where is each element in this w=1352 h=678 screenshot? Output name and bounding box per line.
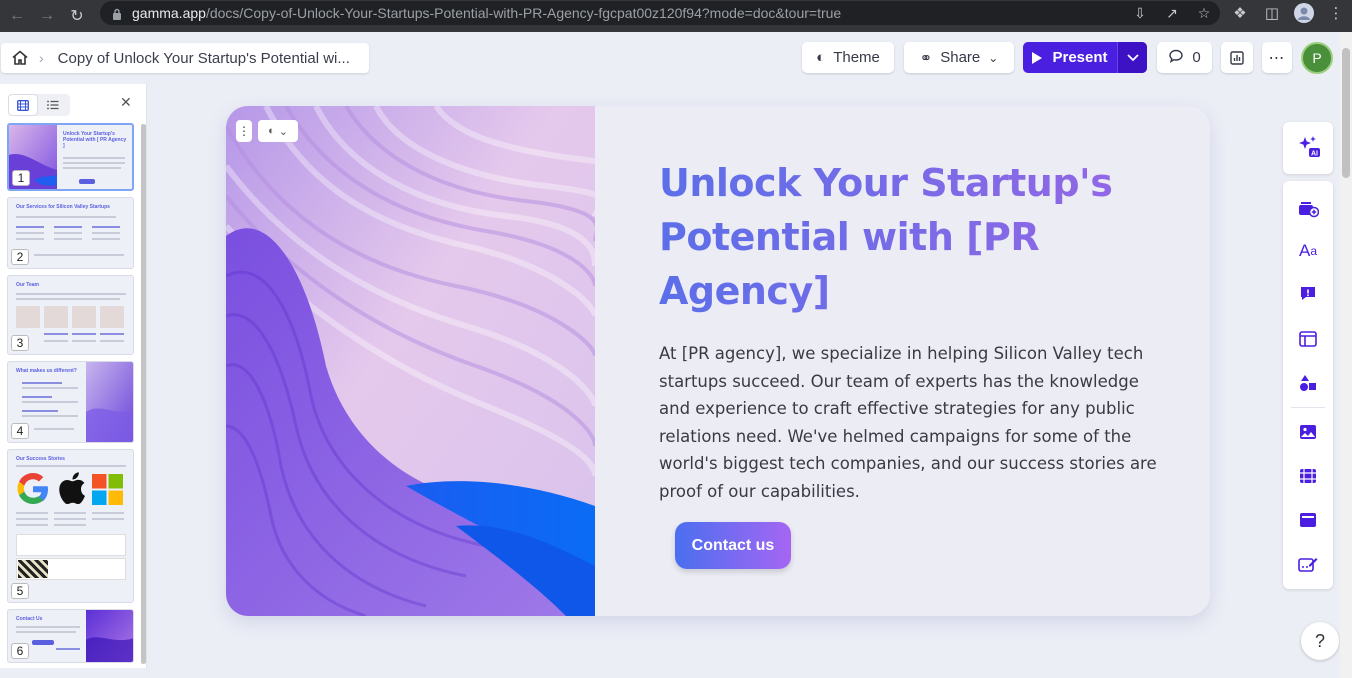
home-icon[interactable] (11, 49, 29, 67)
slide-thumbnail-6[interactable]: Contact Us 6 (7, 609, 134, 663)
doc-title[interactable]: Copy of Unlock Your Startup's Potential … (58, 50, 350, 67)
forward-icon[interactable]: → (34, 3, 60, 29)
abstract-wave-image (226, 106, 595, 616)
palette-icon: ◐ (268, 125, 275, 137)
present-label: Present (1052, 49, 1108, 66)
menu-icon[interactable]: ⋮ (1320, 0, 1352, 26)
list-icon (47, 100, 59, 110)
microsoft-logo (92, 474, 123, 505)
form-icon[interactable] (1296, 554, 1320, 574)
palette-icon: ◐ (816, 49, 826, 66)
extensions-icon[interactable]: ❖ (1224, 0, 1256, 26)
thumbnail-title: What makes us different? (16, 368, 77, 374)
back-icon[interactable]: ← (4, 3, 30, 29)
comment-icon (1168, 48, 1184, 68)
thumbnail-title: Our Team (16, 282, 39, 288)
chevron-right-icon: › (39, 50, 44, 66)
thumbnail-title: Our Services for Silicon Valley Startups (16, 204, 110, 210)
present-button[interactable]: Present (1023, 42, 1147, 73)
slide-number: 5 (11, 583, 29, 599)
block-menu-icon[interactable]: ⋮ (236, 120, 252, 142)
play-icon (1032, 51, 1043, 64)
panel-scrollbar[interactable] (141, 124, 146, 664)
chevron-down-icon: ⌄ (278, 125, 288, 138)
tab-thumbnail-view[interactable] (8, 94, 38, 116)
analytics-button[interactable] (1221, 42, 1253, 73)
ai-sparkle-icon[interactable]: AI (1296, 136, 1320, 158)
thumbnail-title: Unlock Your Startup's Potential with [ P… (63, 131, 127, 149)
chevron-down-icon: ⌄ (988, 50, 999, 65)
ai-toolbar: AI (1283, 122, 1333, 174)
slide-number: 4 (11, 423, 29, 439)
slide-number: 3 (11, 335, 29, 351)
install-icon[interactable]: ⇩ (1124, 1, 1156, 25)
chevron-down-icon (1126, 53, 1139, 61)
comments-button[interactable]: 0 (1157, 42, 1212, 73)
thumbnail-art (86, 362, 133, 442)
share-button[interactable]: ⚭ Share ⌄ (904, 42, 1014, 73)
link-icon: ⚭ (919, 49, 933, 67)
browser-chrome: ← → ↻ gamma.app/docs/Copy-of-Unlock-Your… (0, 0, 1352, 32)
embed-icon[interactable] (1296, 510, 1320, 530)
image-icon[interactable] (1296, 422, 1320, 442)
contact-us-button[interactable]: Contact us (675, 522, 791, 569)
url-path: /docs/Copy-of-Unlock-Your-Startups-Poten… (205, 5, 842, 21)
more-horizontal-icon: ⋯ (1268, 49, 1286, 67)
breadcrumb: › Copy of Unlock Your Startup's Potentia… (1, 43, 369, 73)
slide-number: 6 (11, 643, 29, 659)
comment-count: 0 (1192, 49, 1201, 66)
share-page-icon[interactable]: ↗ (1156, 1, 1188, 25)
apple-logo (59, 472, 85, 504)
card-style-button[interactable]: ◐ ⌄ (258, 120, 298, 142)
thumbnail-panel: ✕ Unlock Your Startup's Potential with [… (0, 84, 147, 668)
layout-icon[interactable] (1296, 329, 1320, 349)
page-scrollbar[interactable] (1340, 32, 1352, 678)
add-card-icon[interactable] (1296, 198, 1320, 218)
thumbnail-title: Contact Us (16, 616, 43, 622)
callout-icon[interactable] (1296, 284, 1320, 304)
insert-toolbar: Aa (1283, 181, 1333, 589)
tab-outline-view[interactable] (38, 94, 68, 116)
google-logo (17, 473, 48, 504)
panel-view-tabs (8, 94, 70, 116)
more-button[interactable]: ⋯ (1262, 42, 1292, 73)
present-dropdown[interactable] (1117, 42, 1147, 73)
slide-thumbnail-1[interactable]: Unlock Your Startup's Potential with [ P… (7, 123, 134, 191)
slide-card: ⋮ ◐ ⌄ Unlock Your Startup's Potential wit… (226, 106, 1210, 616)
slide-thumbnail-5[interactable]: Our Success Stories 5 (7, 449, 134, 603)
text-style-icon[interactable]: Aa (1296, 241, 1320, 261)
slide-number: 1 (12, 170, 30, 186)
shapes-icon[interactable] (1296, 373, 1320, 393)
chart-icon (1230, 50, 1244, 65)
present-main[interactable]: Present (1023, 42, 1117, 73)
profile-icon[interactable] (1288, 0, 1320, 26)
lock-icon (112, 7, 122, 20)
share-label: Share (940, 49, 981, 66)
help-button[interactable]: ? (1301, 622, 1339, 660)
slides-icon (17, 99, 29, 111)
theme-label: Theme (833, 49, 880, 66)
slide-title[interactable]: Unlock Your Startup's Potential with [PR… (659, 156, 1119, 318)
avatar[interactable]: P (1301, 42, 1333, 74)
slide-thumbnail-2[interactable]: Our Services for Silicon Valley Startups… (7, 197, 134, 269)
slide-body[interactable]: At [PR agency], we specialize in helping… (659, 340, 1159, 505)
slide-thumbnail-3[interactable]: Our Team 3 (7, 275, 134, 355)
video-icon[interactable] (1296, 466, 1320, 486)
thumbnail-title: Our Success Stories (16, 456, 65, 462)
svg-text:AI: AI (1311, 151, 1318, 158)
app-topbar: › Copy of Unlock Your Startup's Potentia… (0, 32, 1352, 84)
reload-icon[interactable]: ↻ (64, 3, 90, 29)
bookmark-star-icon[interactable]: ☆ (1188, 1, 1220, 25)
slide-number: 2 (11, 249, 29, 265)
url-domain: gamma.app (132, 5, 206, 21)
sidepanel-icon[interactable]: ◫ (1256, 0, 1288, 26)
url-text: gamma.app/docs/Copy-of-Unlock-Your-Start… (132, 5, 841, 21)
close-icon[interactable]: ✕ (120, 94, 132, 111)
address-bar[interactable]: gamma.app/docs/Copy-of-Unlock-Your-Start… (100, 1, 1220, 25)
slide-thumbnail-4[interactable]: What makes us different? 4 (7, 361, 134, 443)
theme-button[interactable]: ◐ Theme (802, 42, 894, 73)
thumbnail-art (86, 610, 133, 662)
